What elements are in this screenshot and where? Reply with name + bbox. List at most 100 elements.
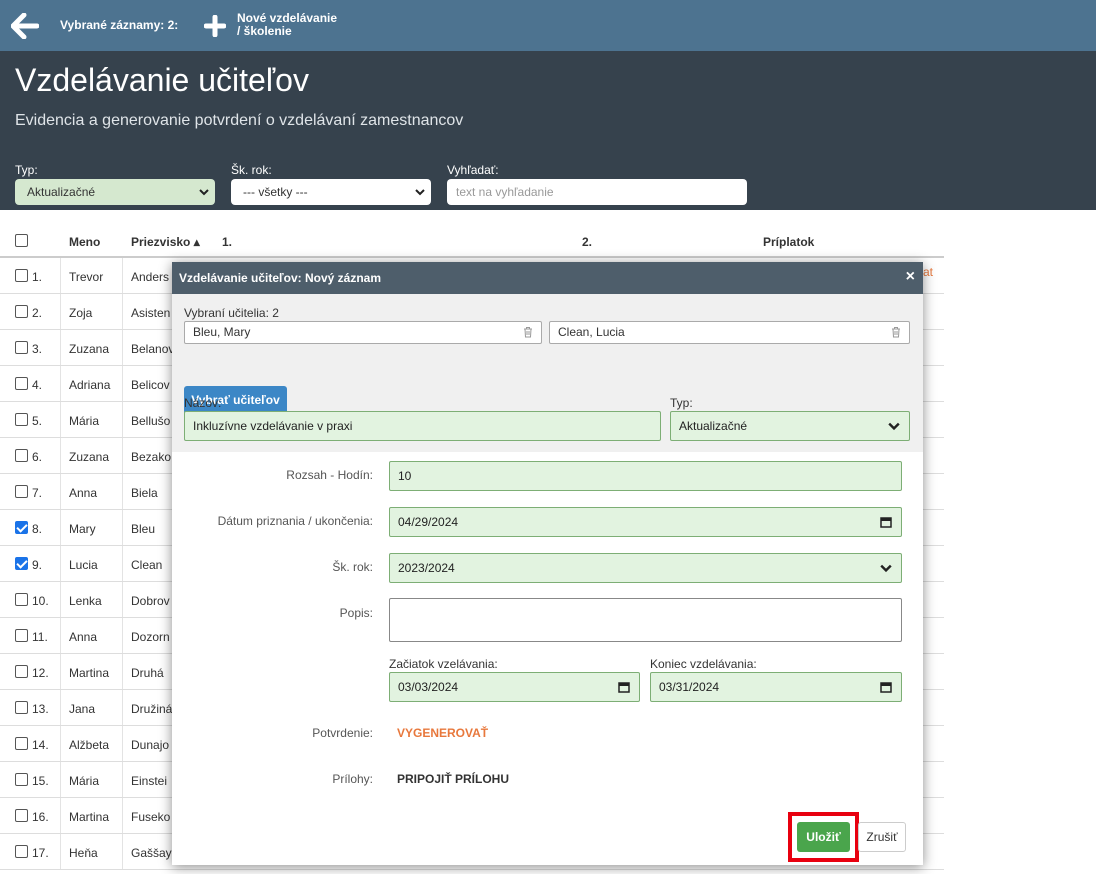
row-number: 6.: [32, 450, 43, 464]
type-select[interactable]: Aktualizačné: [670, 411, 910, 441]
row-number: 8.: [32, 522, 43, 536]
row-checkbox[interactable]: [15, 485, 28, 498]
dialog-header: Vzdelávanie učiteľov: Nový záznam ×: [172, 262, 923, 294]
select-all-checkbox[interactable]: [15, 234, 28, 247]
attach-file-link[interactable]: PRIPOJIŤ PRÍLOHU: [397, 772, 509, 786]
column-header-1[interactable]: 1.: [222, 235, 232, 249]
new-training-label: Nové vzdelávanie / školenie: [237, 12, 367, 38]
first-name-cell: Anna: [69, 630, 98, 644]
chevron-down-icon: [888, 422, 900, 431]
hours-label: Rozsah - Hodín:: [286, 468, 373, 482]
date-value: 04/29/2024: [398, 515, 459, 529]
end-date-input[interactable]: 03/31/2024: [650, 672, 902, 702]
row-checkbox[interactable]: [15, 305, 28, 318]
selected-teachers-label: Vybraní učitelia: 2: [184, 306, 279, 320]
last-name-cell: Bellušo: [131, 414, 171, 428]
row-checkbox[interactable]: [15, 809, 28, 822]
column-divider: [122, 762, 123, 797]
first-name-cell: Zoja: [69, 306, 93, 320]
row-checkbox[interactable]: [15, 413, 28, 426]
column-header-last-name[interactable]: Priezvisko ▴: [131, 235, 200, 249]
type-filter-value: Aktualizačné: [27, 185, 96, 199]
calendar-icon[interactable]: [880, 516, 892, 528]
close-icon[interactable]: ×: [906, 268, 915, 286]
selected-records-count: Vybrané záznamy: 2:: [60, 18, 179, 32]
row-checkbox[interactable]: [15, 593, 28, 606]
start-date-label: Začiatok vzelávania:: [389, 657, 498, 671]
row-number: 7.: [32, 486, 43, 500]
row-checkbox[interactable]: [15, 557, 28, 570]
trash-icon[interactable]: [523, 326, 533, 338]
year-filter-select[interactable]: --- všetky ---: [231, 179, 431, 205]
row-checkbox[interactable]: [15, 377, 28, 390]
column-divider: [122, 726, 123, 761]
column-header-2[interactable]: 2.: [582, 235, 592, 249]
column-divider: [60, 582, 61, 617]
row-checkbox[interactable]: [15, 521, 28, 534]
selected-teacher-name: Bleu, Mary: [193, 325, 251, 339]
row-checkbox[interactable]: [15, 701, 28, 714]
row-number: 17.: [32, 846, 49, 860]
last-name-cell: Anders: [131, 270, 170, 284]
attachments-label: Prílohy:: [332, 772, 373, 786]
row-checkbox[interactable]: [15, 341, 28, 354]
row-checkbox[interactable]: [15, 773, 28, 786]
first-name-cell: Mária: [69, 774, 100, 788]
selected-teacher-chip: Clean, Lucia: [549, 321, 910, 344]
column-divider: [60, 798, 61, 833]
last-name-cell: Biela: [131, 486, 158, 500]
last-name-cell: Dunajo: [131, 738, 170, 752]
column-divider: [60, 762, 61, 797]
column-divider: [122, 510, 123, 545]
column-divider: [122, 654, 123, 689]
back-arrow-icon[interactable]: [10, 12, 40, 40]
school-year-select[interactable]: 2023/2024: [389, 553, 902, 583]
type-filter-label: Typ:: [15, 163, 38, 177]
row-checkbox[interactable]: [15, 665, 28, 678]
page-subtitle: Evidencia a generovanie potvrdení o vzde…: [15, 112, 464, 129]
date-input[interactable]: 04/29/2024: [389, 507, 902, 537]
column-header-allowance[interactable]: Príplatok: [763, 235, 814, 249]
type-select-value: Aktualizačné: [679, 419, 748, 433]
generate-confirmation-link[interactable]: VYGENEROVAŤ: [397, 726, 488, 740]
hours-input[interactable]: 10: [389, 461, 902, 491]
first-name-cell: Alžbeta: [69, 738, 110, 752]
row-link-peek[interactable]: at: [923, 265, 933, 279]
column-divider: [122, 330, 123, 365]
calendar-icon[interactable]: [618, 681, 630, 693]
column-divider: [60, 366, 61, 401]
search-input[interactable]: text na vyhľadanie: [447, 179, 747, 205]
save-button[interactable]: Uložiť: [797, 822, 850, 852]
description-textarea[interactable]: [389, 598, 902, 642]
row-number: 15.: [32, 774, 49, 788]
column-divider: [60, 834, 61, 869]
type-filter-select[interactable]: Aktualizačné: [15, 179, 215, 205]
confirmation-label: Potvrdenie:: [312, 726, 373, 740]
row-checkbox[interactable]: [15, 449, 28, 462]
column-divider: [122, 438, 123, 473]
start-date-input[interactable]: 03/03/2024: [389, 672, 640, 702]
last-name-cell: Dobrov: [131, 594, 170, 608]
column-divider: [60, 294, 61, 329]
row-number: 9.: [32, 558, 43, 572]
cancel-button[interactable]: Zrušiť: [858, 822, 906, 852]
row-checkbox[interactable]: [15, 845, 28, 858]
year-filter-value: --- všetky ---: [243, 185, 308, 199]
column-header-first-name[interactable]: Meno: [69, 235, 100, 249]
page-title: Vzdelávanie učiteľov: [15, 62, 309, 98]
name-input[interactable]: Inkluzívne vzdelávanie v praxi: [184, 411, 661, 441]
column-divider: [122, 618, 123, 653]
column-divider: [122, 546, 123, 581]
column-divider: [122, 258, 123, 293]
trash-icon[interactable]: [891, 326, 901, 338]
row-checkbox[interactable]: [15, 269, 28, 282]
column-divider: [60, 258, 61, 293]
last-name-cell: Bezako: [131, 450, 172, 464]
row-checkbox[interactable]: [15, 737, 28, 750]
start-date-value: 03/03/2024: [398, 680, 459, 694]
row-number: 11.: [32, 630, 48, 644]
calendar-icon[interactable]: [880, 681, 892, 693]
row-checkbox[interactable]: [15, 629, 28, 642]
row-number: 4.: [32, 378, 43, 392]
selected-teacher-chip: Bleu, Mary: [184, 321, 542, 344]
